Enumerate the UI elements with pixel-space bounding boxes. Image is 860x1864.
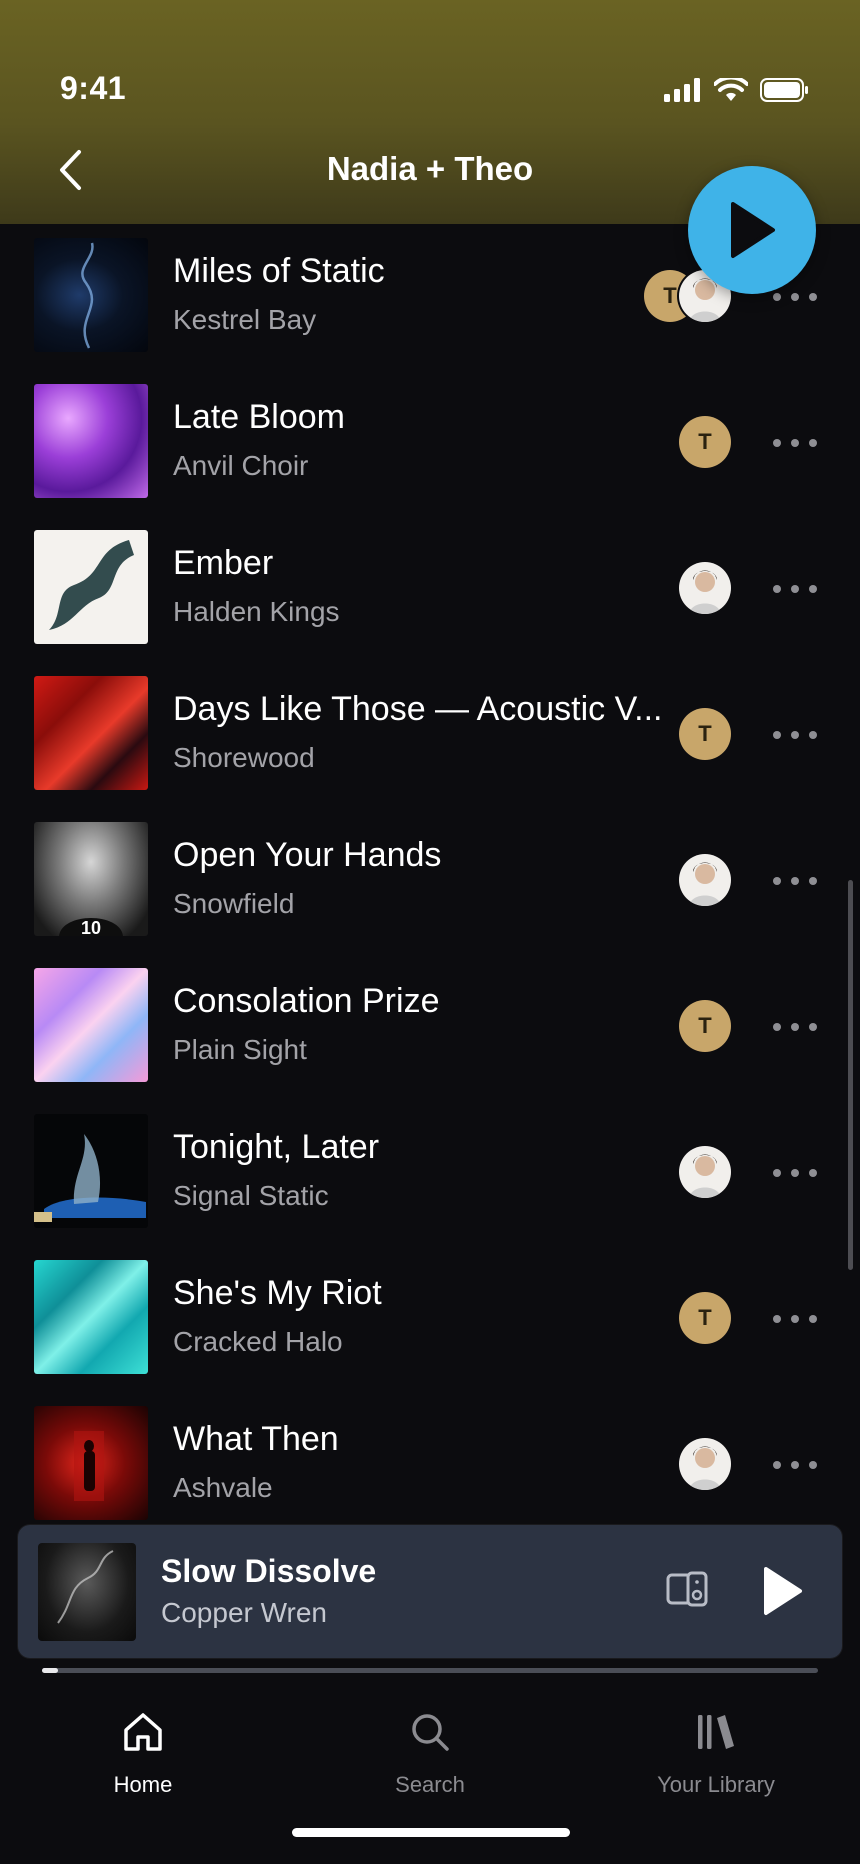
- play-button[interactable]: [688, 166, 816, 294]
- mini-player-artist: Copper Wren: [161, 1597, 328, 1628]
- track-row[interactable]: 10 Open Your Hands Snowfield: [0, 808, 860, 954]
- track-title: Open Your Hands: [173, 836, 442, 874]
- track-artist: Plain Sight: [173, 1034, 307, 1065]
- nav-library[interactable]: Your Library: [616, 1706, 816, 1798]
- nav-library-label: Your Library: [657, 1772, 775, 1797]
- track-title: Tonight, Later: [173, 1128, 380, 1166]
- scrollbar[interactable]: [848, 880, 853, 1270]
- nav-search-label: Search: [395, 1772, 465, 1797]
- mini-player-cover: [38, 1543, 136, 1641]
- status-time: 9:41: [60, 70, 127, 106]
- avatar-n: [679, 562, 731, 614]
- album-cover: [34, 968, 148, 1082]
- more-options-button[interactable]: [773, 433, 817, 453]
- more-options-button[interactable]: [773, 1309, 817, 1329]
- track-title: Ember: [173, 544, 274, 582]
- playback-progress[interactable]: [42, 1668, 818, 1673]
- more-options-button[interactable]: [773, 1017, 817, 1037]
- avatar-t: T: [679, 416, 731, 468]
- play-icon: [731, 202, 775, 258]
- more-options-button[interactable]: [773, 1455, 817, 1475]
- album-cover: [34, 238, 148, 352]
- more-options-button[interactable]: [773, 725, 817, 745]
- track-artist: Halden Kings: [173, 596, 340, 627]
- mini-player-play-button[interactable]: [758, 1565, 806, 1617]
- nav-search[interactable]: Search: [330, 1706, 530, 1798]
- track-artist: Snowfield: [173, 888, 295, 919]
- avatar-n: [679, 1438, 731, 1490]
- avatar-t: T: [679, 708, 731, 760]
- album-cover: [34, 384, 148, 498]
- devices-icon: [666, 1571, 708, 1607]
- track-title: Miles of Static: [173, 252, 385, 290]
- bottom-nav: Home Search Your Library: [0, 1676, 860, 1864]
- home-icon: [124, 1713, 162, 1751]
- track-row[interactable]: Days Like Those — Acoustic V... Shorewoo…: [0, 662, 860, 808]
- album-cover: [34, 530, 148, 644]
- nav-home-label: Home: [113, 1772, 173, 1797]
- search-icon: [412, 1714, 449, 1751]
- more-options-button[interactable]: [773, 579, 817, 599]
- track-artist: Shorewood: [173, 742, 315, 773]
- library-icon: [698, 1715, 734, 1749]
- more-options-button[interactable]: [773, 1163, 817, 1183]
- track-title: What Then: [173, 1420, 339, 1458]
- album-cover: [34, 1260, 148, 1374]
- track-title: Late Bloom: [173, 398, 345, 436]
- more-options-button[interactable]: [773, 287, 817, 307]
- album-cover: [34, 1406, 148, 1520]
- track-title: She's My Riot: [173, 1274, 382, 1312]
- track-row[interactable]: Late Bloom Anvil Choir T: [0, 370, 860, 516]
- track-row[interactable]: Tonight, Later Signal Static: [0, 1100, 860, 1246]
- avatar-t: T: [679, 1000, 731, 1052]
- track-title: Days Like Those — Acoustic V...: [173, 690, 663, 728]
- svg-text:10: 10: [81, 918, 101, 936]
- avatar-t: T: [679, 1292, 731, 1344]
- play-icon: [764, 1567, 802, 1615]
- track-row[interactable]: Consolation Prize Plain Sight T: [0, 954, 860, 1100]
- cellular-signal-icon: [664, 78, 700, 102]
- track-row[interactable]: Ember Halden Kings: [0, 516, 860, 662]
- track-artist: Ashvale: [173, 1472, 273, 1503]
- avatar-n: [679, 854, 731, 906]
- connect-device-button[interactable]: [666, 1567, 710, 1611]
- status-icons: [664, 78, 810, 102]
- avatar-n: [679, 1146, 731, 1198]
- track-artist: Signal Static: [173, 1180, 329, 1211]
- wifi-icon: [714, 78, 748, 101]
- album-cover: 10: [34, 822, 148, 936]
- album-cover: [34, 1114, 148, 1228]
- mini-player-title: Slow Dissolve: [161, 1553, 377, 1589]
- track-row[interactable]: She's My Riot Cracked Halo T: [0, 1246, 860, 1392]
- home-indicator: [292, 1828, 570, 1837]
- track-row[interactable]: What Then Ashvale: [0, 1392, 860, 1538]
- track-artist: Cracked Halo: [173, 1326, 343, 1357]
- mini-player[interactable]: Slow Dissolve Copper Wren: [18, 1525, 842, 1658]
- track-artist: Anvil Choir: [173, 450, 309, 481]
- track-artist: Kestrel Bay: [173, 304, 317, 335]
- album-cover: [34, 676, 148, 790]
- more-options-button[interactable]: [773, 871, 817, 891]
- track-title: Consolation Prize: [173, 982, 440, 1020]
- nav-home[interactable]: Home: [43, 1706, 243, 1798]
- playback-progress-fill: [42, 1668, 58, 1673]
- track-list: Miles of Static Kestrel Bay T Late Bloom…: [0, 224, 860, 1538]
- battery-icon: [760, 78, 808, 102]
